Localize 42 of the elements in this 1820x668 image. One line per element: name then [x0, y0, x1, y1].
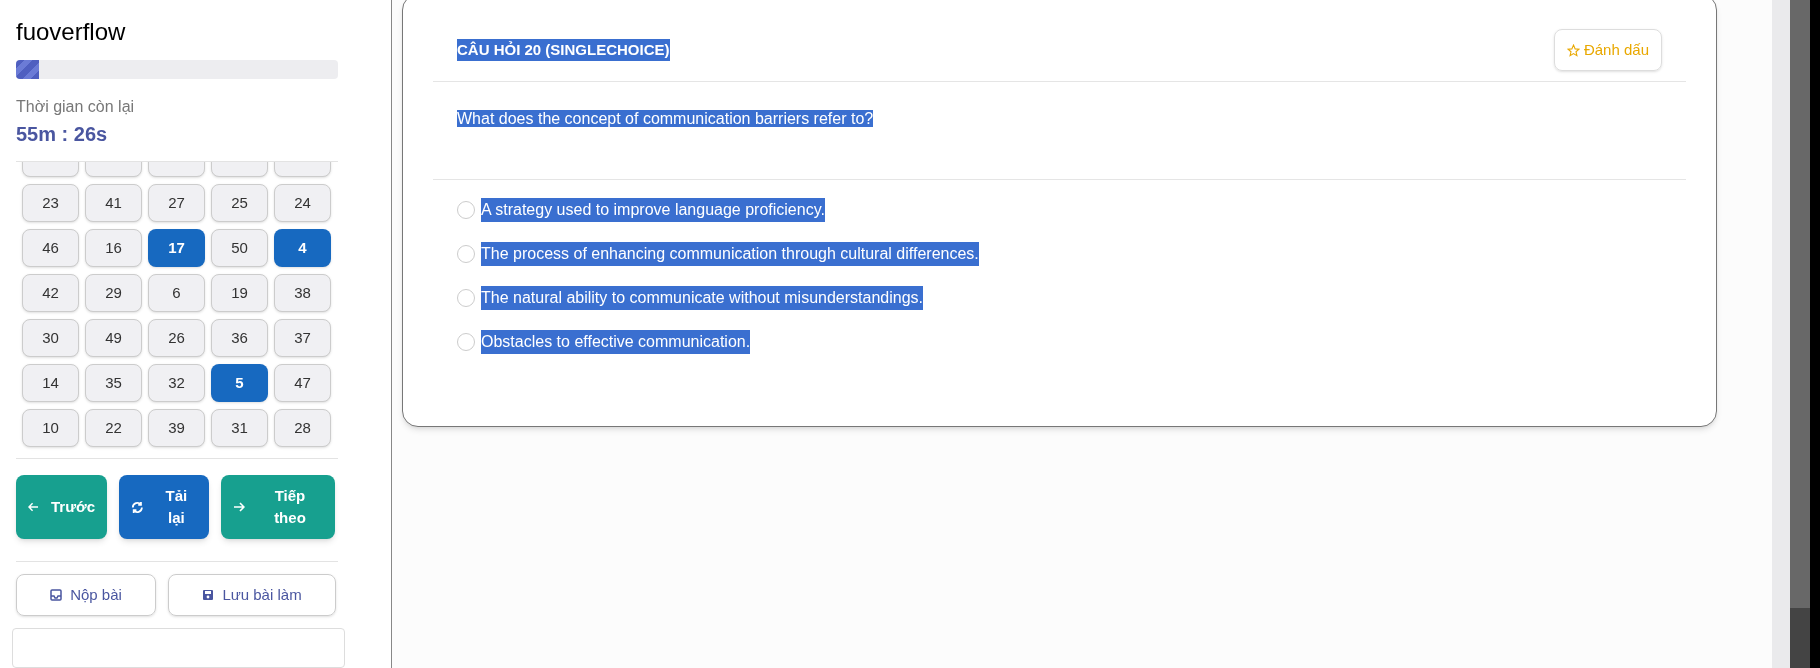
question-number-button[interactable]: 39: [148, 409, 205, 447]
question-number-button[interactable]: 30: [22, 319, 79, 357]
question-number-button[interactable]: 24: [274, 184, 331, 222]
question-number-button[interactable]: 28: [274, 409, 331, 447]
option-text: The process of enhancing communication through cultural differences.: [481, 242, 979, 266]
question-title: CÂU HỎI 20 (SINGLECHOICE): [457, 38, 670, 62]
timer-value: 55m : 26s: [16, 122, 109, 147]
question-number-button[interactable]: 4: [274, 229, 331, 267]
question-number-button[interactable]: 26: [148, 319, 205, 357]
question-number-button[interactable]: 41: [85, 184, 142, 222]
question-number-button[interactable]: 37: [274, 319, 331, 357]
question-text: What does the concept of communication barriers refer to?: [457, 110, 874, 127]
question-number-button[interactable]: 38: [274, 274, 331, 312]
question-number-button[interactable]: 19: [211, 274, 268, 312]
question-number-button[interactable]: 22: [85, 409, 142, 447]
question-number-button[interactable]: 27: [148, 184, 205, 222]
question-number-button[interactable]: 23: [22, 184, 79, 222]
question-number-button[interactable]: 46: [22, 229, 79, 267]
option-text: Obstacles to effective communication.: [481, 330, 751, 354]
question-number-button[interactable]: 29: [85, 274, 142, 312]
question-number-button[interactable]: 31: [211, 409, 268, 447]
question-number-button[interactable]: 49: [85, 319, 142, 357]
question-number-button[interactable]: 5: [211, 364, 268, 402]
question-number-button[interactable]: 6: [148, 274, 205, 312]
question-number-button[interactable]: 32: [148, 364, 205, 402]
question-number-button[interactable]: 47: [274, 364, 331, 402]
brand-title: fuoverflow: [16, 17, 127, 47]
timer-label: Thời gian còn lại: [16, 97, 136, 117]
question-number-button[interactable]: 17: [148, 229, 205, 267]
reload-button[interactable]: Tải lại: [119, 475, 209, 539]
question-number-button[interactable]: 42: [22, 274, 79, 312]
question-number-button[interactable]: 36: [211, 319, 268, 357]
question-number-button[interactable]: 50: [211, 229, 268, 267]
submit-button[interactable]: Nộp bài: [16, 574, 156, 616]
question-number-button[interactable]: 14: [22, 364, 79, 402]
question-number-button[interactable]: 16: [85, 229, 142, 267]
question-number-button[interactable]: 10: [22, 409, 79, 447]
save-button[interactable]: Lưu bài làm: [168, 574, 336, 616]
option-text: The natural ability to communicate without misunderstandings.: [481, 286, 923, 310]
option-text: A strategy used to improve language proficiency.: [481, 198, 825, 222]
question-number-button[interactable]: 35: [85, 364, 142, 402]
question-number-button[interactable]: 25: [211, 184, 268, 222]
